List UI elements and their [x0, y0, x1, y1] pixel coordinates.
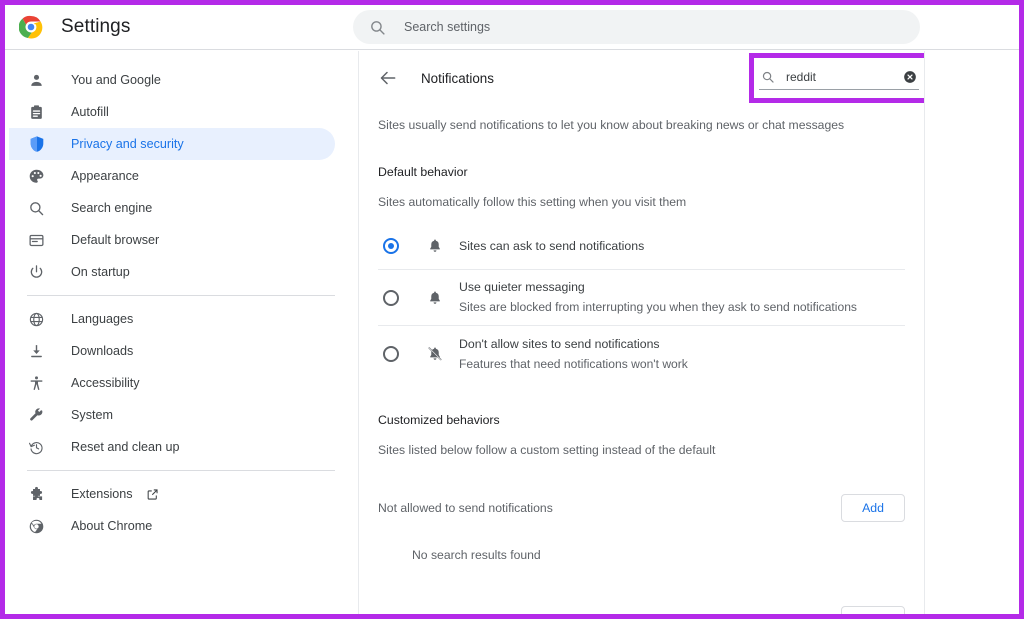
radio-option-texts: Sites can ask to send notifications	[459, 237, 644, 256]
sidebar-item-downloads[interactable]: Downloads	[9, 335, 335, 367]
page-title: Notifications	[421, 70, 494, 86]
sidebar-item-label: Privacy and security	[71, 137, 184, 151]
search-settings-input[interactable]: Search settings	[353, 10, 920, 44]
sidebar-divider-2	[27, 470, 335, 471]
radio-button[interactable]	[383, 289, 399, 306]
default-behavior-subtitle: Sites automatically follow this setting …	[378, 195, 687, 210]
radio-option-label: Sites can ask to send notifications	[459, 238, 645, 253]
radio-option-dont-allow[interactable]: Don't allow sites to send notifications …	[378, 326, 905, 382]
sidebar-item-label: On startup	[71, 265, 130, 279]
sidebar-divider-1	[27, 295, 335, 296]
search-icon	[761, 70, 775, 84]
sidebar-item-label: Appearance	[71, 169, 139, 183]
add-not-allowed-button[interactable]: Add	[841, 494, 905, 523]
bell-icon	[426, 289, 444, 307]
sidebar-item-label: Autofill	[71, 105, 109, 119]
browser-window-icon	[27, 231, 46, 250]
settings-window: Settings Search settings You and Google	[0, 0, 1024, 619]
globe-icon	[27, 310, 46, 329]
allowed-label: Allowed to send notifications	[378, 613, 532, 614]
sidebar: You and Google Autofill Privacy and secu…	[5, 51, 353, 614]
radio-option-sites-can-ask[interactable]: Sites can ask to send notifications	[378, 223, 905, 271]
sidebar-item-you-and-google[interactable]: You and Google	[9, 64, 335, 96]
default-behavior-radio-group: Sites can ask to send notifications Use …	[378, 223, 905, 382]
radio-option-description: Sites are blocked from interrupting you …	[459, 300, 857, 314]
accessibility-icon	[27, 374, 46, 393]
sidebar-item-label: Extensions	[71, 487, 133, 501]
clipboard-icon	[27, 103, 46, 122]
search-icon	[27, 199, 46, 218]
no-search-results-message: No search results found	[412, 548, 541, 563]
customized-behaviors-title: Customized behaviors	[378, 413, 500, 428]
sidebar-item-label: Languages	[71, 312, 134, 326]
card-body: Sites usually send notifications to let …	[359, 105, 924, 614]
bell-icon	[426, 237, 444, 255]
page-brand-title: Settings	[61, 16, 131, 37]
shield-icon	[27, 135, 46, 154]
person-icon	[27, 71, 46, 90]
search-settings-placeholder: Search settings	[404, 20, 491, 34]
sidebar-item-label: You and Google	[71, 73, 161, 87]
chrome-outline-icon	[27, 517, 46, 536]
radio-option-description: Features that need notifications won't w…	[459, 356, 688, 371]
brand: Settings	[5, 15, 353, 39]
sidebar-item-label: About Chrome	[71, 519, 153, 533]
search-icon	[369, 19, 386, 36]
sidebar-item-search-engine[interactable]: Search engine	[9, 192, 335, 224]
palette-icon	[27, 167, 46, 186]
sidebar-item-label: System	[71, 408, 113, 422]
radio-option-texts: Use quieter messaging Sites are blocked …	[459, 279, 857, 316]
sidebar-item-default-browser[interactable]: Default browser	[9, 224, 335, 256]
customized-behaviors-subtitle: Sites listed below follow a custom setti…	[378, 443, 716, 458]
bell-off-icon	[426, 345, 444, 363]
sidebar-item-autofill[interactable]: Autofill	[9, 96, 335, 128]
sidebar-item-languages[interactable]: Languages	[9, 303, 335, 335]
power-icon	[27, 263, 46, 282]
sidebar-item-extensions[interactable]: Extensions	[9, 478, 335, 510]
download-icon	[27, 342, 46, 361]
sidebar-item-appearance[interactable]: Appearance	[9, 160, 335, 192]
radio-button[interactable]	[383, 238, 399, 255]
radio-option-quieter-messaging[interactable]: Use quieter messaging Sites are blocked …	[378, 270, 905, 327]
sidebar-item-privacy-and-security[interactable]: Privacy and security	[9, 128, 335, 160]
not-allowed-label: Not allowed to send notifications	[378, 501, 553, 516]
sidebar-item-label: Accessibility	[71, 376, 140, 390]
sidebar-item-reset-and-clean-up[interactable]: Reset and clean up	[9, 431, 335, 463]
sidebar-item-label: Downloads	[71, 344, 134, 358]
sidebar-item-system[interactable]: System	[9, 399, 335, 431]
default-behavior-title: Default behavior	[378, 165, 468, 180]
clear-circle-icon[interactable]	[903, 70, 917, 84]
site-search-input[interactable]: reddit	[759, 64, 919, 90]
sidebar-item-on-startup[interactable]: On startup	[9, 256, 335, 288]
external-link-icon[interactable]	[146, 488, 159, 501]
sidebar-item-label: Reset and clean up	[71, 440, 180, 454]
sidebar-item-accessibility[interactable]: Accessibility	[9, 367, 335, 399]
radio-option-label: Use quieter messaging	[459, 280, 585, 295]
notifications-intro-text: Sites usually send notifications to let …	[378, 118, 845, 132]
puzzle-piece-icon	[27, 485, 46, 504]
add-allowed-button[interactable]: Add	[841, 606, 905, 614]
site-search-highlight-box: reddit	[749, 53, 924, 103]
sidebar-item-about-chrome[interactable]: About Chrome	[9, 510, 335, 542]
notifications-settings-card: Notifications reddit Sites usually send …	[358, 51, 925, 614]
radio-option-texts: Don't allow sites to send notifications …	[459, 336, 688, 373]
history-restore-icon	[27, 438, 46, 457]
allowed-section-header: Allowed to send notifications Add	[378, 602, 905, 614]
chrome-logo-icon	[18, 15, 43, 39]
site-search-value: reddit	[786, 69, 817, 84]
sidebar-item-label: Default browser	[71, 233, 160, 247]
wrench-icon	[27, 406, 46, 425]
radio-option-label: Don't allow sites to send notifications	[459, 336, 660, 351]
sidebar-item-label: Search engine	[71, 201, 153, 215]
back-arrow-icon[interactable]	[378, 68, 398, 88]
top-bar: Settings Search settings	[5, 5, 1019, 50]
radio-button[interactable]	[383, 346, 399, 363]
not-allowed-section-header: Not allowed to send notifications Add	[378, 490, 905, 526]
card-header: Notifications reddit	[359, 51, 924, 105]
